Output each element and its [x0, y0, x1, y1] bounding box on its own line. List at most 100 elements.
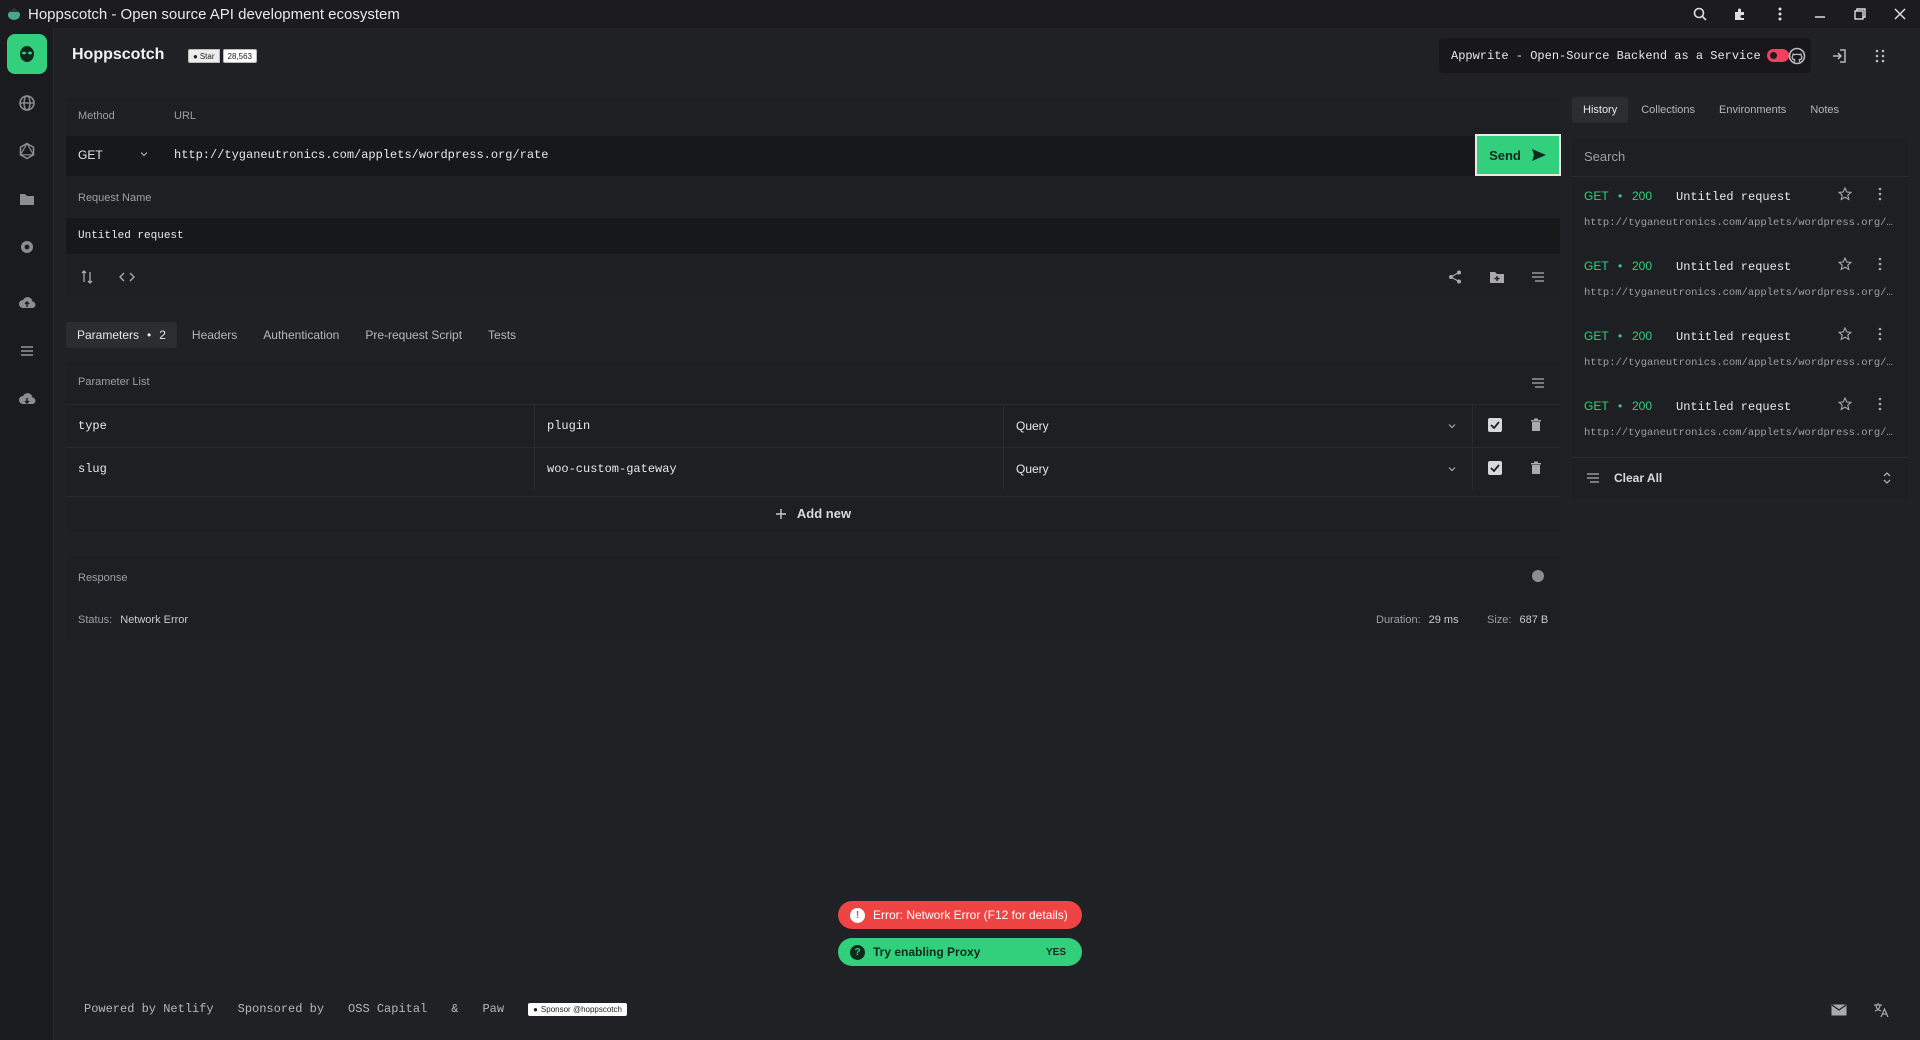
nav-home-logo-icon[interactable] [7, 34, 47, 74]
appwrite-banner[interactable]: Appwrite - Open-Source Backend as a Serv… [1439, 38, 1811, 73]
sponsor-button[interactable]: ● Sponsor @hoppscotch [528, 1002, 627, 1016]
param-type-value: Query [1016, 462, 1049, 476]
size-value: 687 B [1519, 614, 1549, 626]
param-type-select[interactable]: Query [1004, 405, 1473, 447]
more-vertical-icon[interactable] [1878, 397, 1882, 414]
history-url: http://tyganeutronics.com/applets/wordpr… [1584, 427, 1894, 439]
response-size: Size: 687 B [1487, 614, 1548, 626]
status-label: Status: [78, 614, 113, 626]
nav-graphql-icon[interactable] [7, 131, 47, 171]
tab-collections[interactable]: Collections [1630, 97, 1706, 123]
list-item[interactable]: GET • 200 Untitled request http://tygane… [1572, 251, 1908, 321]
history-method: GET [1584, 189, 1609, 203]
nav-cloud-upload-icon[interactable] [7, 283, 47, 323]
expand-icon[interactable] [1882, 471, 1892, 485]
nav-documentation-folder-icon[interactable] [7, 179, 47, 219]
list-item[interactable]: GET • 200 Untitled request http://tygane… [1572, 321, 1908, 391]
star-icon[interactable] [1837, 396, 1853, 414]
apps-grid-icon[interactable] [1869, 44, 1893, 68]
window-titlebar: Hoppscotch - Open source API development… [0, 0, 1920, 28]
tab-pre-request-script[interactable]: Pre-request Script [354, 322, 473, 348]
checkbox-checked-icon[interactable] [1488, 418, 1502, 432]
request-name-input[interactable]: Untitled request [66, 218, 1560, 254]
history-search-input[interactable]: Search [1572, 137, 1908, 177]
paw-link[interactable]: Paw [482, 1002, 504, 1016]
extension-icon[interactable] [1720, 0, 1760, 28]
enable-proxy-yes-button[interactable]: YES [1046, 947, 1066, 958]
add-new-button[interactable]: Add new [66, 496, 1560, 530]
method-select[interactable]: GET [66, 136, 162, 176]
tab-environments[interactable]: Environments [1708, 97, 1797, 123]
sponsor-button-label: Sponsor @hoppscotch [540, 1004, 622, 1014]
trash-icon[interactable] [1530, 461, 1542, 478]
nav-list-icon[interactable] [7, 331, 47, 371]
restore-icon[interactable] [1840, 0, 1880, 28]
share-icon[interactable] [1446, 268, 1464, 286]
history-status: 200 [1632, 259, 1653, 273]
history-method: GET [1584, 329, 1609, 343]
tab-headers[interactable]: Headers [181, 322, 248, 348]
history-url: http://tyganeutronics.com/applets/wordpr… [1584, 287, 1894, 299]
param-type-select[interactable]: Query [1004, 448, 1473, 490]
star-icon[interactable] [1837, 256, 1853, 274]
response-duration: Duration: 29 ms [1376, 614, 1459, 626]
menu-lines-icon[interactable] [1529, 268, 1547, 286]
history-method: GET [1584, 259, 1609, 273]
swap-arrows-icon[interactable] [78, 268, 96, 286]
duration-value: 29 ms [1428, 614, 1459, 626]
sponsored-by-label: Sponsored by [237, 1002, 325, 1016]
param-key-input[interactable]: type [66, 405, 535, 447]
star-icon[interactable] [1837, 326, 1853, 344]
param-value-input[interactable]: plugin [535, 405, 1004, 447]
powered-by-netlify-link[interactable]: Powered by Netlify [84, 1002, 214, 1016]
separator-dot: • [1618, 259, 1623, 273]
search-icon[interactable] [1680, 0, 1720, 28]
list-item[interactable]: GET • 200 Untitled request http://tygane… [1572, 391, 1908, 461]
separator-dot: • [1618, 329, 1623, 343]
checkbox-checked-icon[interactable] [1488, 461, 1502, 475]
proxy-toast: ? Try enabling Proxy YES [838, 938, 1082, 966]
send-button[interactable]: Send [1475, 134, 1561, 176]
star-icon[interactable] [1837, 186, 1853, 204]
clear-all-button[interactable]: Clear All [1572, 457, 1908, 497]
tab-tests[interactable]: Tests [477, 322, 527, 348]
close-icon[interactable] [1880, 0, 1920, 28]
login-icon[interactable] [1827, 44, 1851, 68]
url-input[interactable]: http://tyganeutronics.com/applets/wordpr… [174, 148, 548, 162]
nav-cloud-download-icon[interactable] [7, 379, 47, 419]
parameter-list-panel: Parameter List type plugin Query slug wo… [66, 362, 1560, 532]
menu-dots-icon[interactable] [1760, 0, 1800, 28]
tab-parameters-label: Parameters [77, 328, 140, 342]
code-icon[interactable] [118, 268, 136, 286]
trash-icon[interactable] [1530, 418, 1542, 435]
oss-capital-link[interactable]: OSS Capital [348, 1002, 427, 1016]
brand-title[interactable]: Hoppscotch [72, 46, 164, 64]
bulk-edit-icon[interactable] [1529, 374, 1547, 392]
tab-history[interactable]: History [1572, 97, 1629, 123]
tab-parameters[interactable]: Parameters • 2 [66, 322, 177, 348]
app-header: Hoppscotch ● Star 28,563 Appwrite - Open-… [54, 28, 1920, 84]
more-vertical-icon[interactable] [1878, 257, 1882, 274]
ampersand: & [451, 1002, 459, 1016]
help-icon: ? [850, 944, 865, 960]
nav-settings-gear-icon[interactable] [7, 227, 47, 267]
nav-rest-globe-icon[interactable] [7, 83, 47, 123]
minimize-icon[interactable] [1800, 0, 1840, 28]
param-value-input[interactable]: woo-custom-gateway [535, 448, 1004, 490]
list-item[interactable]: GET • 200 Untitled request http://tygane… [1572, 181, 1908, 251]
more-vertical-icon[interactable] [1878, 187, 1882, 204]
error-toast: ! Error: Network Error (F12 for details) [838, 901, 1082, 929]
github-star-badge[interactable]: ● Star 28,563 [188, 49, 257, 63]
more-vertical-icon[interactable] [1878, 327, 1882, 344]
save-folder-icon[interactable] [1488, 268, 1506, 286]
window-title: Hoppscotch - Open source API development… [28, 5, 400, 23]
add-new-label: Add new [796, 506, 852, 521]
mail-icon[interactable] [1829, 1000, 1849, 1020]
github-star-label: Star [199, 51, 215, 61]
param-key-input[interactable]: slug [66, 448, 535, 490]
github-icon[interactable] [1785, 44, 1809, 68]
translate-icon[interactable] [1871, 1000, 1891, 1020]
history-url: http://tyganeutronics.com/applets/wordpr… [1584, 357, 1894, 369]
tab-authentication[interactable]: Authentication [252, 322, 350, 348]
tab-notes[interactable]: Notes [1799, 97, 1850, 123]
